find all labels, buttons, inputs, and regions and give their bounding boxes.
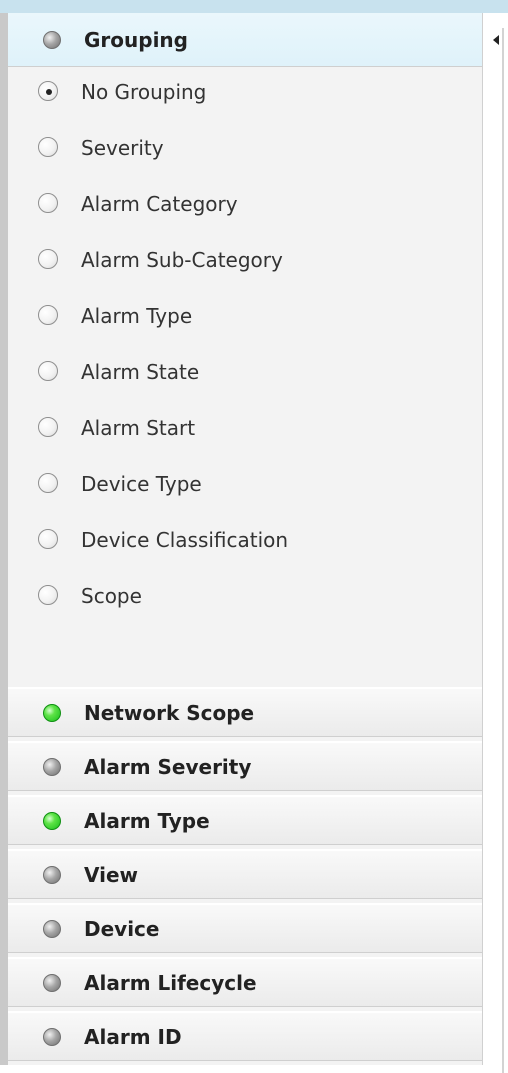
radio-button[interactable]: [38, 193, 58, 213]
radio-button[interactable]: [38, 473, 58, 493]
section-title: Alarm Lifecycle: [84, 970, 257, 995]
alarm-severity-section-header[interactable]: Alarm Severity: [8, 741, 482, 791]
panel-top-strip: [0, 0, 508, 13]
section-title: Alarm Type: [84, 808, 210, 833]
radio-button-selected[interactable]: [38, 81, 58, 101]
panel-scroll-area[interactable]: [483, 13, 508, 1073]
gray-status-icon: [43, 973, 61, 992]
grouping-option-label: Severity: [81, 136, 164, 160]
left-arrow-icon[interactable]: [493, 35, 499, 45]
network-scope-section-header[interactable]: Network Scope: [8, 687, 482, 737]
radio-button[interactable]: [38, 417, 58, 437]
grouping-option-alarm-sub-category[interactable]: Alarm Sub-Category: [8, 240, 482, 280]
alarm-id-section-header[interactable]: Alarm ID: [8, 1011, 482, 1061]
radio-button[interactable]: [38, 585, 58, 605]
section-title: Alarm ID: [84, 1024, 182, 1049]
grouping-option-alarm-state[interactable]: Alarm State: [8, 352, 482, 392]
radio-button[interactable]: [38, 305, 58, 325]
grouping-option-label: Alarm Start: [81, 416, 196, 440]
grouping-option-alarm-start[interactable]: Alarm Start: [8, 408, 482, 448]
filter-panel: Grouping No Grouping Severity Alarm Cate…: [0, 0, 508, 1073]
grouping-option-label: Alarm Category: [81, 192, 238, 216]
gray-status-icon: [43, 865, 61, 884]
alarm-lifecycle-section-header[interactable]: Alarm Lifecycle: [8, 957, 482, 1007]
grouping-option-device-classification[interactable]: Device Classification: [8, 520, 482, 560]
grouping-option-device-type[interactable]: Device Type: [8, 464, 482, 504]
gray-status-icon: [43, 757, 61, 776]
panel-left-rail: [0, 13, 8, 1065]
section-title: Network Scope: [84, 700, 255, 725]
section-title: Alarm Severity: [84, 754, 252, 779]
radio-button[interactable]: [38, 249, 58, 269]
filter-accordion: Grouping No Grouping Severity Alarm Cate…: [8, 13, 483, 1065]
grouping-option-alarm-type[interactable]: Alarm Type: [8, 296, 482, 336]
grouping-options: No Grouping Severity Alarm Category Alar…: [8, 67, 482, 687]
section-title: View: [84, 862, 139, 887]
grouping-option-label: Device Classification: [81, 528, 289, 552]
grouping-section-title: Grouping: [84, 27, 188, 52]
gray-status-icon: [43, 1027, 61, 1046]
grouping-option-scope[interactable]: Scope: [8, 576, 482, 616]
grouping-option-label: Alarm State: [81, 360, 200, 384]
radio-button[interactable]: [38, 361, 58, 381]
device-section-header[interactable]: Device: [8, 903, 482, 953]
grouping-option-label: Alarm Type: [81, 304, 193, 328]
alarm-type-section-header[interactable]: Alarm Type: [8, 795, 482, 845]
gray-status-icon: [43, 30, 61, 49]
green-status-icon: [43, 811, 61, 830]
panel-splitter-line: [502, 28, 504, 1073]
green-status-icon: [43, 703, 61, 722]
grouping-section-header[interactable]: Grouping: [8, 13, 482, 67]
gray-status-icon: [43, 919, 61, 938]
radio-selected-dot: [46, 89, 52, 95]
grouping-option-label: No Grouping: [81, 80, 207, 104]
radio-button[interactable]: [38, 529, 58, 549]
grouping-option-label: Scope: [81, 584, 142, 608]
grouping-option-label: Device Type: [81, 472, 202, 496]
grouping-option-no-grouping[interactable]: No Grouping: [8, 72, 482, 112]
grouping-option-label: Alarm Sub-Category: [81, 248, 283, 272]
view-section-header[interactable]: View: [8, 849, 482, 899]
section-title: Device: [84, 916, 160, 941]
grouping-option-alarm-category[interactable]: Alarm Category: [8, 184, 482, 224]
grouping-option-severity[interactable]: Severity: [8, 128, 482, 168]
radio-button[interactable]: [38, 137, 58, 157]
